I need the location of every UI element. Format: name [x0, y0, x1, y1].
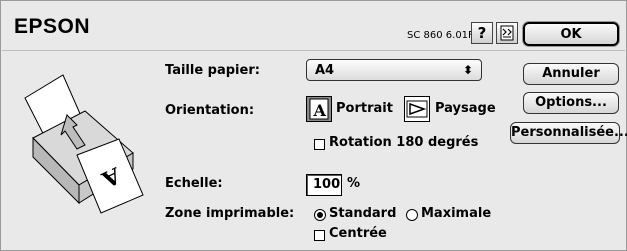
scale-unit: % — [347, 176, 361, 191]
centree-checkbox[interactable] — [314, 230, 325, 241]
standard-label: Standard — [329, 206, 397, 221]
scale-input[interactable]: 100 — [306, 174, 342, 196]
standard-radio[interactable] — [314, 209, 326, 221]
paper-size-label: Taille papier: — [165, 63, 260, 78]
maximale-radio[interactable] — [406, 209, 418, 221]
landscape-orientation-icon — [406, 100, 428, 118]
maximale-label: Maximale — [421, 206, 492, 221]
centree-label: Centrée — [329, 226, 387, 241]
question-mark-icon: ? — [477, 24, 487, 42]
options-button[interactable]: Options... — [523, 92, 619, 114]
orientation-label: Orientation: — [165, 103, 255, 118]
scale-label: Echelle: — [165, 176, 223, 191]
printable-zone-label: Zone imprimable: — [165, 206, 295, 221]
portrait-label: Portrait — [336, 101, 393, 116]
paper-size-select[interactable]: A4 ⬍ — [306, 59, 482, 81]
utility-button[interactable] — [496, 22, 518, 44]
paper-size-value: A4 — [315, 63, 335, 78]
ok-button[interactable]: OK — [523, 22, 619, 46]
portrait-option[interactable]: A — [306, 96, 332, 122]
utility-icon — [500, 25, 514, 41]
page-setup-dialog: EPSON SC 860 6.01F ? OK Annuler Options.… — [0, 0, 627, 251]
landscape-option[interactable] — [404, 96, 430, 122]
updown-arrows-icon: ⬍ — [462, 63, 473, 77]
portrait-orientation-icon: A — [309, 98, 329, 120]
brand-logo: EPSON — [14, 15, 91, 38]
rotation-checkbox[interactable] — [314, 139, 325, 150]
printer-illustration: A — [24, 74, 144, 214]
rotation-label: Rotation 180 degrés — [329, 135, 479, 150]
svg-text:A: A — [313, 101, 327, 120]
landscape-label: Paysage — [435, 101, 496, 116]
help-button[interactable]: ? — [471, 22, 493, 44]
custom-button[interactable]: Personnalisée... — [510, 122, 627, 144]
model-version: SC 860 6.01F — [407, 30, 474, 41]
cancel-button[interactable]: Annuler — [523, 63, 619, 85]
